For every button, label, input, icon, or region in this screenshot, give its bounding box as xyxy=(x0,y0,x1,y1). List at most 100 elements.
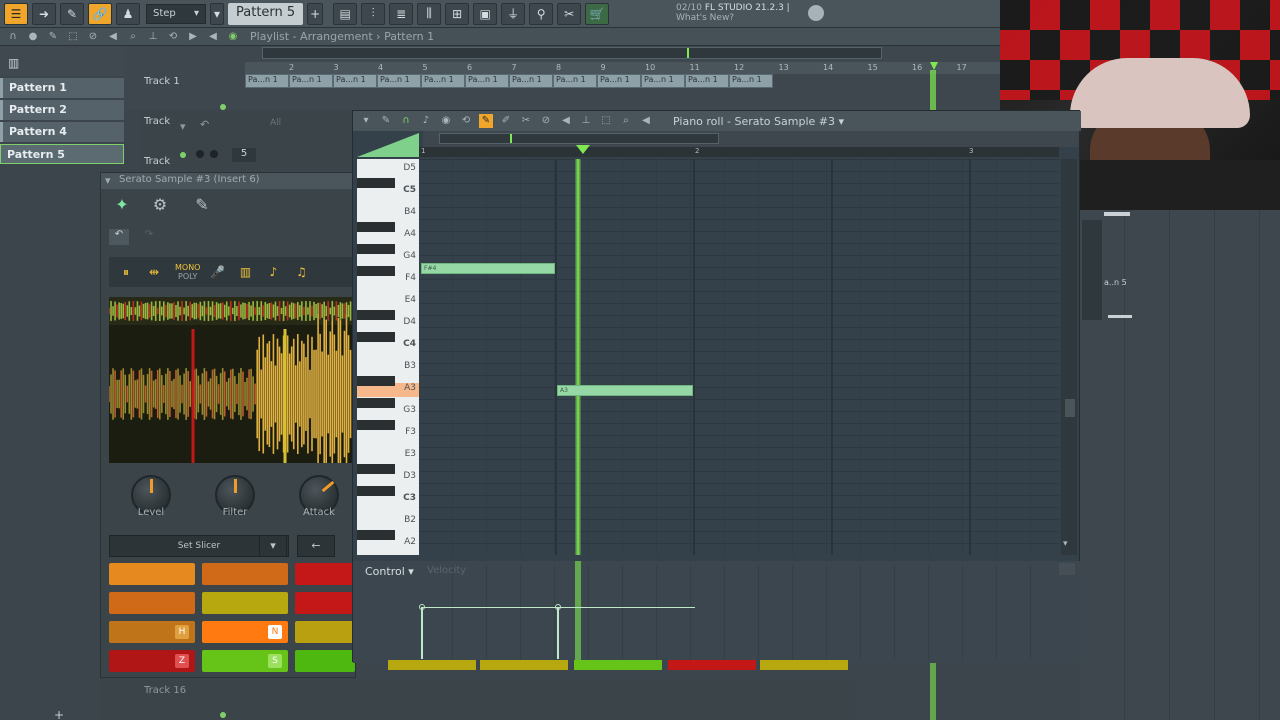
brush-icon[interactable]: ✐ xyxy=(499,114,513,128)
tool-button[interactable]: ✂ xyxy=(557,2,582,25)
track-3-label[interactable]: Track xyxy=(144,156,170,167)
control-selector[interactable]: Control ▾ xyxy=(365,565,414,578)
pad-1[interactable] xyxy=(109,563,195,585)
volume-knob[interactable] xyxy=(210,150,218,158)
zoom-icon[interactable]: ⌕ xyxy=(619,114,633,128)
right-clip-stub[interactable] xyxy=(1104,212,1130,216)
magnet-icon[interactable]: ∩ xyxy=(399,114,413,128)
bottom-clip[interactable] xyxy=(480,660,568,670)
record-icon[interactable]: ◉ xyxy=(439,114,453,128)
black-key[interactable] xyxy=(357,464,395,474)
mute-icon[interactable]: ⊘ xyxy=(86,30,100,44)
black-key[interactable] xyxy=(357,244,395,254)
add-track-icon[interactable]: + xyxy=(54,708,64,720)
channel-rack-button[interactable]: ⫶ xyxy=(361,2,386,25)
track-2-label[interactable]: Track xyxy=(144,116,170,127)
pad-7[interactable]: H xyxy=(109,621,195,643)
pattern-dropdown-button[interactable]: ▾ xyxy=(210,2,224,25)
bottom-clip[interactable] xyxy=(388,660,476,670)
wrench-icon[interactable]: ✎ xyxy=(379,114,393,128)
pattern-item-2[interactable]: Pattern 2 xyxy=(0,100,124,120)
velocity-lane[interactable] xyxy=(419,565,1059,661)
snap-select[interactable]: Step ▾ xyxy=(146,3,206,24)
sampler-menu-icon[interactable]: ▾ xyxy=(105,174,111,187)
channel-dropdown-icon[interactable]: ▾ xyxy=(180,120,186,133)
pattern-clip[interactable]: Pa...n 1 xyxy=(289,74,333,88)
draw-tool-button[interactable]: ✎ xyxy=(60,2,84,25)
speaker-icon[interactable]: ◀ xyxy=(559,114,573,128)
piano-roll-hscroll[interactable] xyxy=(439,133,719,144)
note-grid[interactable]: F#4 A3 xyxy=(419,159,1059,555)
pad-5[interactable] xyxy=(202,592,288,614)
track-16-label[interactable]: Track 16 xyxy=(144,685,186,696)
chevron-down-icon[interactable]: ▾ xyxy=(838,115,844,128)
black-key[interactable] xyxy=(357,178,395,188)
midi-note[interactable]: A3 xyxy=(557,385,693,396)
chevron-down-icon[interactable]: ▾ xyxy=(1063,539,1068,549)
pad-12[interactable] xyxy=(295,650,355,672)
control-options-button[interactable] xyxy=(1059,563,1075,575)
speaker-icon[interactable]: ◀ xyxy=(106,30,120,44)
plugin-tab-icon[interactable]: ✦ xyxy=(109,195,135,217)
loop-icon[interactable]: ⟲ xyxy=(459,114,473,128)
piano-roll-button[interactable]: ⊞ xyxy=(445,2,470,25)
piano-small-icon[interactable]: ▥ xyxy=(8,56,19,70)
black-key[interactable] xyxy=(357,486,395,496)
play-arrow-button[interactable]: ➜ xyxy=(32,2,56,25)
redo-button[interactable]: ↷ xyxy=(139,229,159,245)
black-key[interactable] xyxy=(357,398,395,408)
pad-6[interactable] xyxy=(295,592,355,614)
pattern-clip[interactable]: Pa...n 1 xyxy=(245,74,289,88)
stamp-button[interactable]: ♟ xyxy=(116,2,140,25)
pencil-icon[interactable]: ✎ xyxy=(479,114,493,128)
pan-knob[interactable] xyxy=(196,150,204,158)
zoom-icon[interactable]: ⌕ xyxy=(126,30,140,44)
slice-icon[interactable]: ⊥ xyxy=(579,114,593,128)
playlist-vscroll[interactable] xyxy=(1082,220,1102,320)
mono-poly-toggle[interactable]: MONO POLY xyxy=(175,263,200,281)
pattern-item-5[interactable]: Pattern 5 xyxy=(0,144,124,164)
pattern-clip[interactable]: Pa...n 1 xyxy=(685,74,729,88)
pad-9[interactable] xyxy=(295,621,355,643)
wrench-tab-icon[interactable]: ✎ xyxy=(189,195,215,217)
playlist-scrollbar[interactable] xyxy=(262,47,882,59)
select-icon[interactable]: ⬚ xyxy=(66,30,80,44)
vscroll-thumb[interactable] xyxy=(1065,399,1075,417)
guitar-icon[interactable]: ♪ xyxy=(262,262,284,282)
playlist-button[interactable]: ≣ xyxy=(389,2,414,25)
piano-roll-navigator[interactable] xyxy=(423,131,1079,147)
pad-4[interactable] xyxy=(109,592,195,614)
select-icon[interactable]: ⬚ xyxy=(599,114,613,128)
stretch-icon[interactable]: ⇹ xyxy=(143,262,165,282)
pattern-clip[interactable]: Pa...n 1 xyxy=(377,74,421,88)
pattern-item-1[interactable]: Pattern 1 xyxy=(0,78,124,98)
channel-led[interactable] xyxy=(180,152,186,158)
piano-roll-ruler[interactable]: 1 2 3 xyxy=(419,147,1059,157)
piano-roll-corner[interactable] xyxy=(357,133,419,157)
track-1-led[interactable] xyxy=(220,104,226,110)
black-key[interactable] xyxy=(357,332,395,342)
velocity-bar[interactable] xyxy=(557,607,559,659)
nav-icon[interactable]: ◀ xyxy=(206,30,220,44)
undo-button[interactable]: ↶ xyxy=(109,229,129,245)
sampler-title[interactable]: Serato Sample #3 (Insert 6) xyxy=(101,173,357,189)
piano-keyboard[interactable]: D5 C5 B4 A4 G4 F4 E4 D4 C4 B3 A3 G3 F3 E3 D3 C3 B2 A2 xyxy=(357,159,419,555)
track-1-label[interactable]: Track 1 xyxy=(144,76,180,87)
slicer-dropdown-button[interactable]: ▾ xyxy=(259,535,287,557)
pattern-clip[interactable]: Pa...n 1 xyxy=(641,74,685,88)
pattern-clip[interactable]: Pa...n 1 xyxy=(333,74,377,88)
waveform-display[interactable] xyxy=(109,297,353,463)
slice-icon[interactable]: ⊥ xyxy=(146,30,160,44)
piano-roll-vscroll[interactable]: ▾ xyxy=(1061,159,1077,555)
black-key[interactable] xyxy=(357,420,395,430)
playlist-options-icon[interactable]: ◉ xyxy=(226,30,240,44)
black-key[interactable] xyxy=(357,266,395,276)
drum-icon[interactable]: ♫ xyxy=(290,262,312,282)
black-key[interactable] xyxy=(357,530,395,540)
pad-2[interactable] xyxy=(202,563,288,585)
pause-icon[interactable]: ⏸ xyxy=(115,262,137,282)
plugin-button[interactable]: ⏚ xyxy=(501,2,526,25)
shop-button[interactable]: 🛒 xyxy=(585,2,610,25)
right-clip-label[interactable]: a..n 5 xyxy=(1104,278,1127,287)
tempo-button[interactable]: ⚲ xyxy=(529,2,554,25)
